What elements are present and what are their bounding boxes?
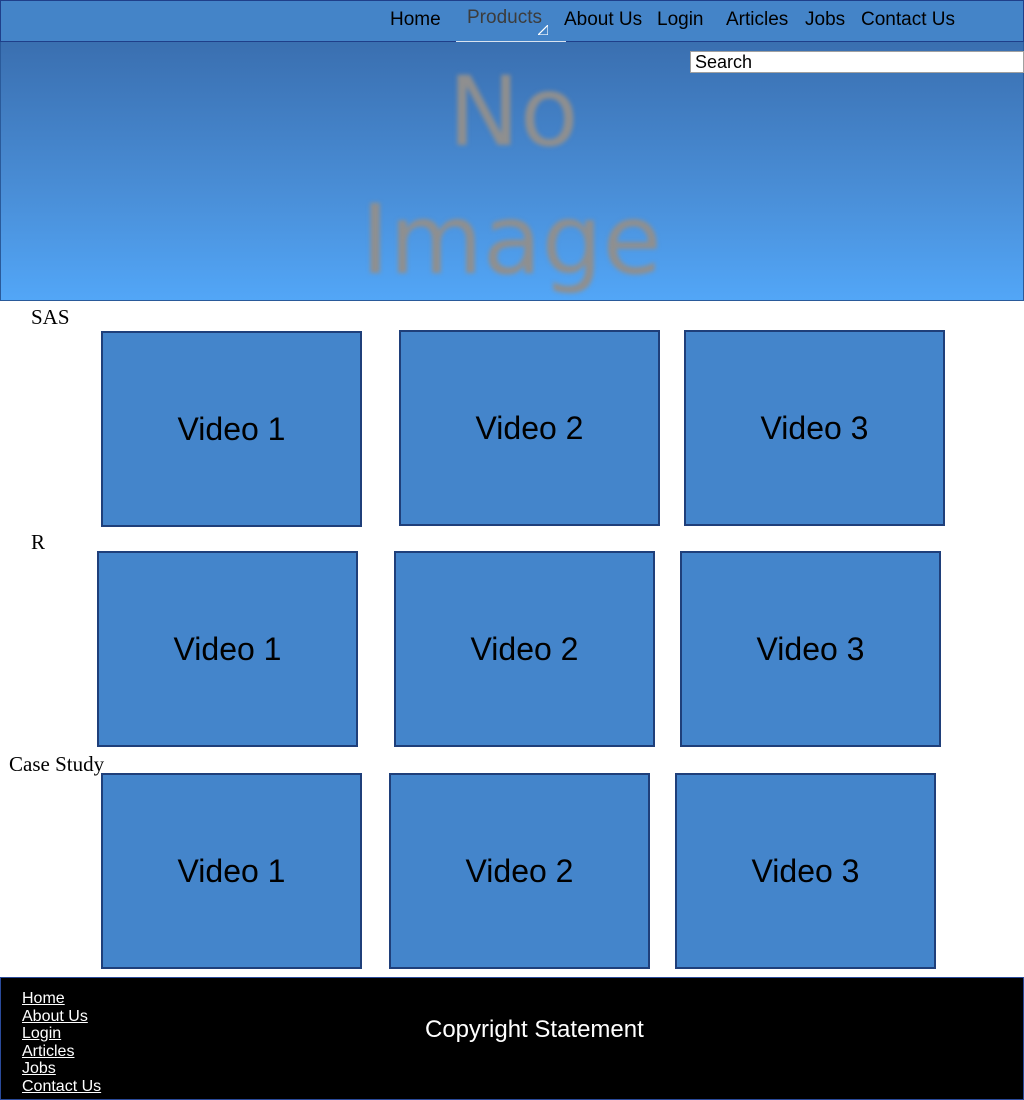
dropdown-corner-icon bbox=[538, 25, 548, 35]
hero-banner: No Image bbox=[0, 42, 1024, 301]
video-label: Video 3 bbox=[760, 409, 869, 446]
video-label: Video 3 bbox=[751, 852, 860, 889]
video-label: Video 2 bbox=[470, 630, 579, 667]
copyright-statement: Copyright Statement bbox=[425, 1016, 644, 1043]
no-image-placeholder-line1: No bbox=[448, 56, 579, 168]
footer-link-login[interactable]: Login bbox=[22, 1025, 101, 1043]
footer-links: Home About Us Login Articles Jobs Contac… bbox=[22, 990, 101, 1095]
video-label: Video 1 bbox=[177, 410, 286, 447]
nav-login-link[interactable]: Login bbox=[657, 9, 704, 31]
nav-products-label: Products bbox=[467, 7, 542, 28]
video-label: Video 3 bbox=[756, 630, 865, 667]
video-tile[interactable]: Video 3 bbox=[680, 551, 941, 747]
video-tile[interactable]: Video 3 bbox=[675, 773, 936, 969]
no-image-placeholder-line2: Image bbox=[361, 184, 662, 296]
video-tile[interactable]: Video 1 bbox=[101, 331, 362, 527]
footer-link-articles[interactable]: Articles bbox=[22, 1043, 101, 1061]
video-tile[interactable]: Video 3 bbox=[684, 330, 945, 526]
footer-link-jobs[interactable]: Jobs bbox=[22, 1060, 101, 1078]
nav-home-link[interactable]: Home bbox=[390, 9, 441, 31]
video-tile[interactable]: Video 1 bbox=[101, 773, 362, 969]
footer-link-about[interactable]: About Us bbox=[22, 1008, 101, 1026]
video-label: Video 1 bbox=[173, 630, 282, 667]
video-label: Video 2 bbox=[465, 852, 574, 889]
section-title-sas: SAS bbox=[31, 305, 70, 329]
section-title-case-study: Case Study bbox=[9, 752, 105, 776]
footer-link-contact[interactable]: Contact Us bbox=[22, 1078, 101, 1096]
top-nav-bar: Home Products About Us Login Articles Jo… bbox=[0, 0, 1024, 43]
video-tile[interactable]: Video 2 bbox=[394, 551, 655, 747]
nav-articles-link[interactable]: Articles bbox=[726, 9, 788, 31]
search-input[interactable] bbox=[690, 51, 1024, 73]
nav-about-link[interactable]: About Us bbox=[564, 9, 642, 31]
nav-contact-link[interactable]: Contact Us bbox=[861, 9, 955, 31]
section-title-r: R bbox=[31, 530, 46, 554]
nav-jobs-link[interactable]: Jobs bbox=[805, 9, 845, 31]
video-label: Video 2 bbox=[475, 409, 584, 446]
footer-link-home[interactable]: Home bbox=[22, 990, 101, 1008]
video-label: Video 1 bbox=[177, 852, 286, 889]
video-tile[interactable]: Video 2 bbox=[399, 330, 660, 526]
nav-products-dropdown[interactable]: Products bbox=[456, 1, 566, 43]
site-footer: Home About Us Login Articles Jobs Contac… bbox=[0, 977, 1024, 1100]
video-tile[interactable]: Video 2 bbox=[389, 773, 650, 969]
video-tile[interactable]: Video 1 bbox=[97, 551, 358, 747]
